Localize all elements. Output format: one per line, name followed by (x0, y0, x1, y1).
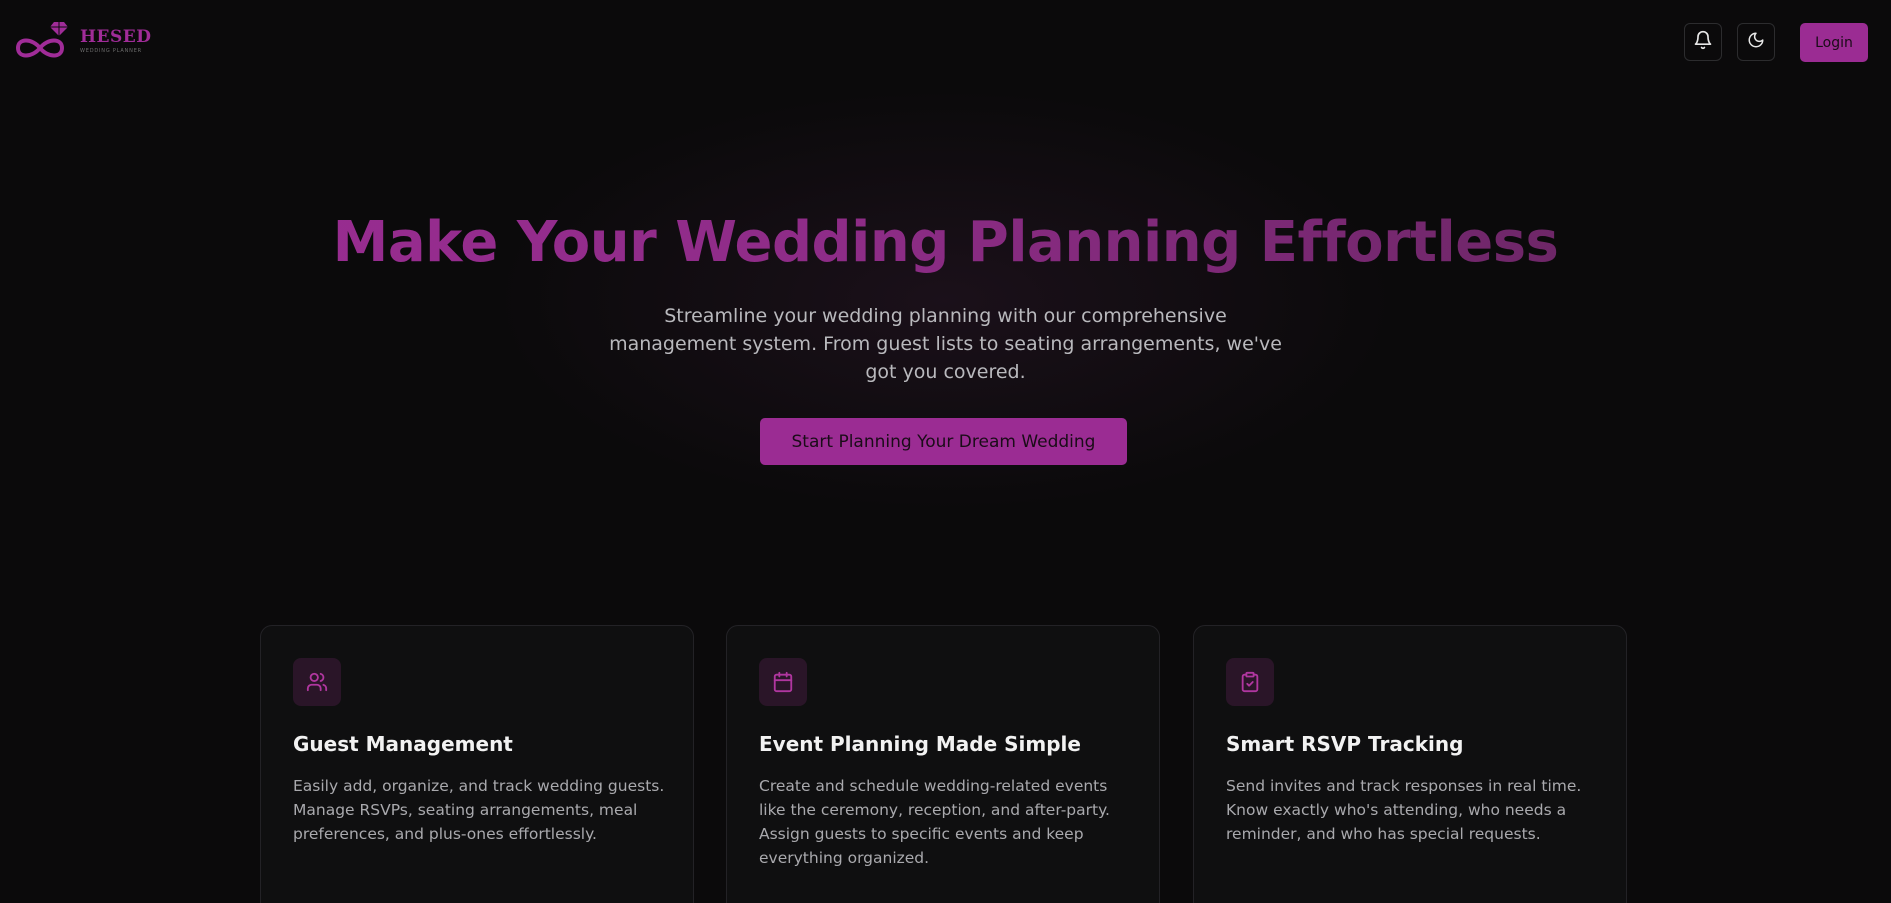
users-icon (293, 658, 341, 706)
feature-description: Create and schedule wedding-related even… (759, 777, 1110, 867)
start-planning-button[interactable]: Start Planning Your Dream Wedding (760, 418, 1127, 465)
feature-title: Guest Management (293, 732, 513, 756)
brand-tagline: WEDDING PLANNER (80, 47, 142, 54)
moon-icon (1747, 31, 1765, 53)
feature-card-rsvp-tracking: Smart RSVP Tracking Send invites and tra… (1193, 625, 1627, 903)
feature-description: Send invites and track responses in real… (1226, 777, 1582, 843)
landing-page: HESED WEDDING PLANNER Login Make Your We… (0, 0, 1891, 903)
notifications-button[interactable] (1684, 23, 1722, 61)
brand-logo[interactable]: HESED WEDDING PLANNER (10, 18, 152, 64)
clipboard-check-icon (1226, 658, 1274, 706)
feature-title: Smart RSVP Tracking (1226, 732, 1464, 756)
calendar-icon (759, 658, 807, 706)
bell-icon (1693, 30, 1713, 54)
top-navbar: HESED WEDDING PLANNER Login (0, 0, 1891, 86)
hero-subtitle: Streamline your wedding planning with ou… (609, 305, 1282, 383)
login-button[interactable]: Login (1800, 23, 1868, 62)
theme-toggle-button[interactable] (1737, 23, 1775, 61)
hero-title: Make Your Wedding Planning Effortless (0, 208, 1891, 278)
feature-title: Event Planning Made Simple (759, 732, 1081, 756)
feature-description: Easily add, organize, and track wedding … (293, 777, 665, 843)
feature-card-guest-management: Guest Management Easily add, organize, a… (260, 625, 694, 903)
brand-name: HESED (80, 26, 152, 47)
feature-card-event-planning: Event Planning Made Simple Create and sc… (726, 625, 1160, 903)
infinity-ring-icon (10, 18, 72, 64)
